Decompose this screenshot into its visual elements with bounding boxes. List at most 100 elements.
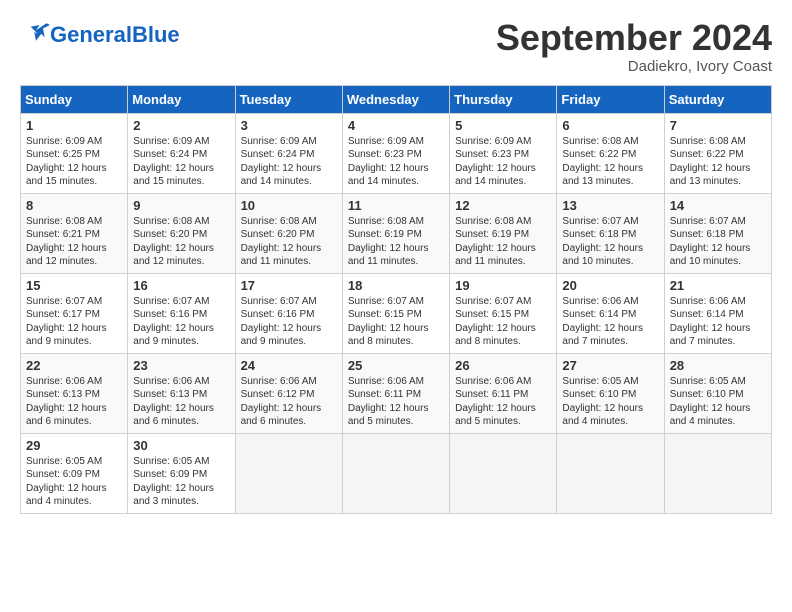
calendar-cell: 25 Sunrise: 6:06 AMSunset: 6:11 PMDayligh… xyxy=(342,353,449,433)
location: Dadiekro, Ivory Coast xyxy=(496,58,772,75)
calendar-cell: 2Sunrise: 6:09 AMSunset: 6:24 PMDaylight… xyxy=(128,113,235,193)
calendar-cell xyxy=(664,433,771,513)
calendar-cell: 20 Sunrise: 6:06 AMSunset: 6:14 PMDayligh… xyxy=(557,273,664,353)
title-block: September 2024 Dadiekro, Ivory Coast xyxy=(496,18,772,75)
day-info: Sunrise: 6:08 AMSunset: 6:22 PMDaylight:… xyxy=(562,135,658,189)
day-info: Sunrise: 6:09 AMSunset: 6:24 PMDaylight:… xyxy=(241,135,337,189)
calendar-cell: 17 Sunrise: 6:07 AMSunset: 6:16 PMDayligh… xyxy=(235,273,342,353)
calendar-cell: 7Sunrise: 6:08 AMSunset: 6:22 PMDaylight… xyxy=(664,113,771,193)
day-info: Sunrise: 6:05 AMSunset: 6:09 PMDaylight:… xyxy=(26,455,122,509)
day-number: 12 xyxy=(455,198,551,213)
calendar-col-header: Friday xyxy=(557,85,664,113)
day-number: 20 xyxy=(562,278,658,293)
logo: GeneralBlue xyxy=(20,18,180,51)
calendar-cell: 28 Sunrise: 6:05 AMSunset: 6:10 PMDayligh… xyxy=(664,353,771,433)
day-info: Sunrise: 6:09 AMSunset: 6:25 PMDaylight:… xyxy=(26,135,122,189)
day-info: Sunrise: 6:08 AMSunset: 6:19 PMDaylight:… xyxy=(348,215,444,269)
calendar-week-row: 15 Sunrise: 6:07 AMSunset: 6:17 PMDayligh… xyxy=(21,273,772,353)
calendar-cell xyxy=(342,433,449,513)
day-number: 28 xyxy=(670,358,766,373)
day-number: 22 xyxy=(26,358,122,373)
day-info: Sunrise: 6:07 AMSunset: 6:18 PMDaylight:… xyxy=(670,215,766,269)
calendar-week-row: 8Sunrise: 6:08 AMSunset: 6:21 PMDaylight… xyxy=(21,193,772,273)
logo-general: General xyxy=(50,22,132,47)
day-number: 17 xyxy=(241,278,337,293)
header: GeneralBlue September 2024 Dadiekro, Ivo… xyxy=(20,18,772,75)
day-info: Sunrise: 6:07 AMSunset: 6:15 PMDaylight:… xyxy=(348,295,444,349)
calendar-week-row: 29 Sunrise: 6:05 AMSunset: 6:09 PMDayligh… xyxy=(21,433,772,513)
page: GeneralBlue September 2024 Dadiekro, Ivo… xyxy=(0,0,792,612)
day-info: Sunrise: 6:07 AMSunset: 6:18 PMDaylight:… xyxy=(562,215,658,269)
day-number: 15 xyxy=(26,278,122,293)
logo-blue: Blue xyxy=(132,22,180,47)
calendar-cell: 3Sunrise: 6:09 AMSunset: 6:24 PMDaylight… xyxy=(235,113,342,193)
day-info: Sunrise: 6:05 AMSunset: 6:10 PMDaylight:… xyxy=(670,375,766,429)
calendar-cell: 13 Sunrise: 6:07 AMSunset: 6:18 PMDayligh… xyxy=(557,193,664,273)
day-info: Sunrise: 6:08 AMSunset: 6:19 PMDaylight:… xyxy=(455,215,551,269)
day-number: 1 xyxy=(26,118,122,133)
calendar-cell: 12 Sunrise: 6:08 AMSunset: 6:19 PMDayligh… xyxy=(450,193,557,273)
day-info: Sunrise: 6:08 AMSunset: 6:22 PMDaylight:… xyxy=(670,135,766,189)
calendar-cell: 9 Sunrise: 6:08 AMSunset: 6:20 PMDaylight… xyxy=(128,193,235,273)
day-number: 13 xyxy=(562,198,658,213)
calendar-col-header: Tuesday xyxy=(235,85,342,113)
day-info: Sunrise: 6:08 AMSunset: 6:20 PMDaylight:… xyxy=(241,215,337,269)
month-title: September 2024 xyxy=(496,18,772,58)
day-info: Sunrise: 6:05 AMSunset: 6:09 PMDaylight:… xyxy=(133,455,229,509)
calendar-cell: 4Sunrise: 6:09 AMSunset: 6:23 PMDaylight… xyxy=(342,113,449,193)
day-number: 4 xyxy=(348,118,444,133)
day-info: Sunrise: 6:08 AMSunset: 6:21 PMDaylight:… xyxy=(26,215,122,269)
day-number: 16 xyxy=(133,278,229,293)
calendar-cell: 21Sunrise: 6:06 AMSunset: 6:14 PMDayligh… xyxy=(664,273,771,353)
day-number: 5 xyxy=(455,118,551,133)
calendar-cell: 24Sunrise: 6:06 AMSunset: 6:12 PMDayligh… xyxy=(235,353,342,433)
logo-text: GeneralBlue xyxy=(50,24,180,46)
day-number: 27 xyxy=(562,358,658,373)
calendar-cell: 18 Sunrise: 6:07 AMSunset: 6:15 PMDayligh… xyxy=(342,273,449,353)
calendar-header-row: SundayMondayTuesdayWednesdayThursdayFrid… xyxy=(21,85,772,113)
day-info: Sunrise: 6:08 AMSunset: 6:20 PMDaylight:… xyxy=(133,215,229,269)
day-number: 11 xyxy=(348,198,444,213)
day-info: Sunrise: 6:05 AMSunset: 6:10 PMDaylight:… xyxy=(562,375,658,429)
day-number: 6 xyxy=(562,118,658,133)
calendar-cell: 10Sunrise: 6:08 AMSunset: 6:20 PMDayligh… xyxy=(235,193,342,273)
day-info: Sunrise: 6:09 AMSunset: 6:23 PMDaylight:… xyxy=(455,135,551,189)
day-number: 18 xyxy=(348,278,444,293)
calendar-cell xyxy=(450,433,557,513)
calendar-week-row: 22 Sunrise: 6:06 AMSunset: 6:13 PMDayligh… xyxy=(21,353,772,433)
day-info: Sunrise: 6:06 AMSunset: 6:11 PMDaylight:… xyxy=(348,375,444,429)
calendar-cell: 15 Sunrise: 6:07 AMSunset: 6:17 PMDayligh… xyxy=(21,273,128,353)
calendar-cell xyxy=(235,433,342,513)
calendar-col-header: Wednesday xyxy=(342,85,449,113)
calendar-cell: 29 Sunrise: 6:05 AMSunset: 6:09 PMDayligh… xyxy=(21,433,128,513)
day-number: 23 xyxy=(133,358,229,373)
day-info: Sunrise: 6:07 AMSunset: 6:16 PMDaylight:… xyxy=(241,295,337,349)
calendar-cell: 27 Sunrise: 6:05 AMSunset: 6:10 PMDayligh… xyxy=(557,353,664,433)
calendar-cell: 6 Sunrise: 6:08 AMSunset: 6:22 PMDaylight… xyxy=(557,113,664,193)
day-info: Sunrise: 6:06 AMSunset: 6:13 PMDaylight:… xyxy=(133,375,229,429)
calendar-cell: 14Sunrise: 6:07 AMSunset: 6:18 PMDayligh… xyxy=(664,193,771,273)
calendar-col-header: Sunday xyxy=(21,85,128,113)
day-info: Sunrise: 6:07 AMSunset: 6:16 PMDaylight:… xyxy=(133,295,229,349)
day-info: Sunrise: 6:06 AMSunset: 6:11 PMDaylight:… xyxy=(455,375,551,429)
day-number: 9 xyxy=(133,198,229,213)
calendar-cell: 26 Sunrise: 6:06 AMSunset: 6:11 PMDayligh… xyxy=(450,353,557,433)
calendar-cell: 1 Sunrise: 6:09 AMSunset: 6:25 PMDaylight… xyxy=(21,113,128,193)
day-number: 19 xyxy=(455,278,551,293)
calendar-cell: 5 Sunrise: 6:09 AMSunset: 6:23 PMDaylight… xyxy=(450,113,557,193)
day-number: 26 xyxy=(455,358,551,373)
day-info: Sunrise: 6:06 AMSunset: 6:12 PMDaylight:… xyxy=(241,375,337,429)
day-info: Sunrise: 6:06 AMSunset: 6:13 PMDaylight:… xyxy=(26,375,122,429)
calendar-cell: 8Sunrise: 6:08 AMSunset: 6:21 PMDaylight… xyxy=(21,193,128,273)
day-info: Sunrise: 6:06 AMSunset: 6:14 PMDaylight:… xyxy=(562,295,658,349)
day-number: 25 xyxy=(348,358,444,373)
calendar-cell: 16 Sunrise: 6:07 AMSunset: 6:16 PMDayligh… xyxy=(128,273,235,353)
day-info: Sunrise: 6:07 AMSunset: 6:17 PMDaylight:… xyxy=(26,295,122,349)
calendar-table: SundayMondayTuesdayWednesdayThursdayFrid… xyxy=(20,85,772,514)
day-number: 29 xyxy=(26,438,122,453)
day-number: 30 xyxy=(133,438,229,453)
calendar-cell: 23 Sunrise: 6:06 AMSunset: 6:13 PMDayligh… xyxy=(128,353,235,433)
calendar-cell: 30 Sunrise: 6:05 AMSunset: 6:09 PMDayligh… xyxy=(128,433,235,513)
day-info: Sunrise: 6:07 AMSunset: 6:15 PMDaylight:… xyxy=(455,295,551,349)
calendar-col-header: Saturday xyxy=(664,85,771,113)
